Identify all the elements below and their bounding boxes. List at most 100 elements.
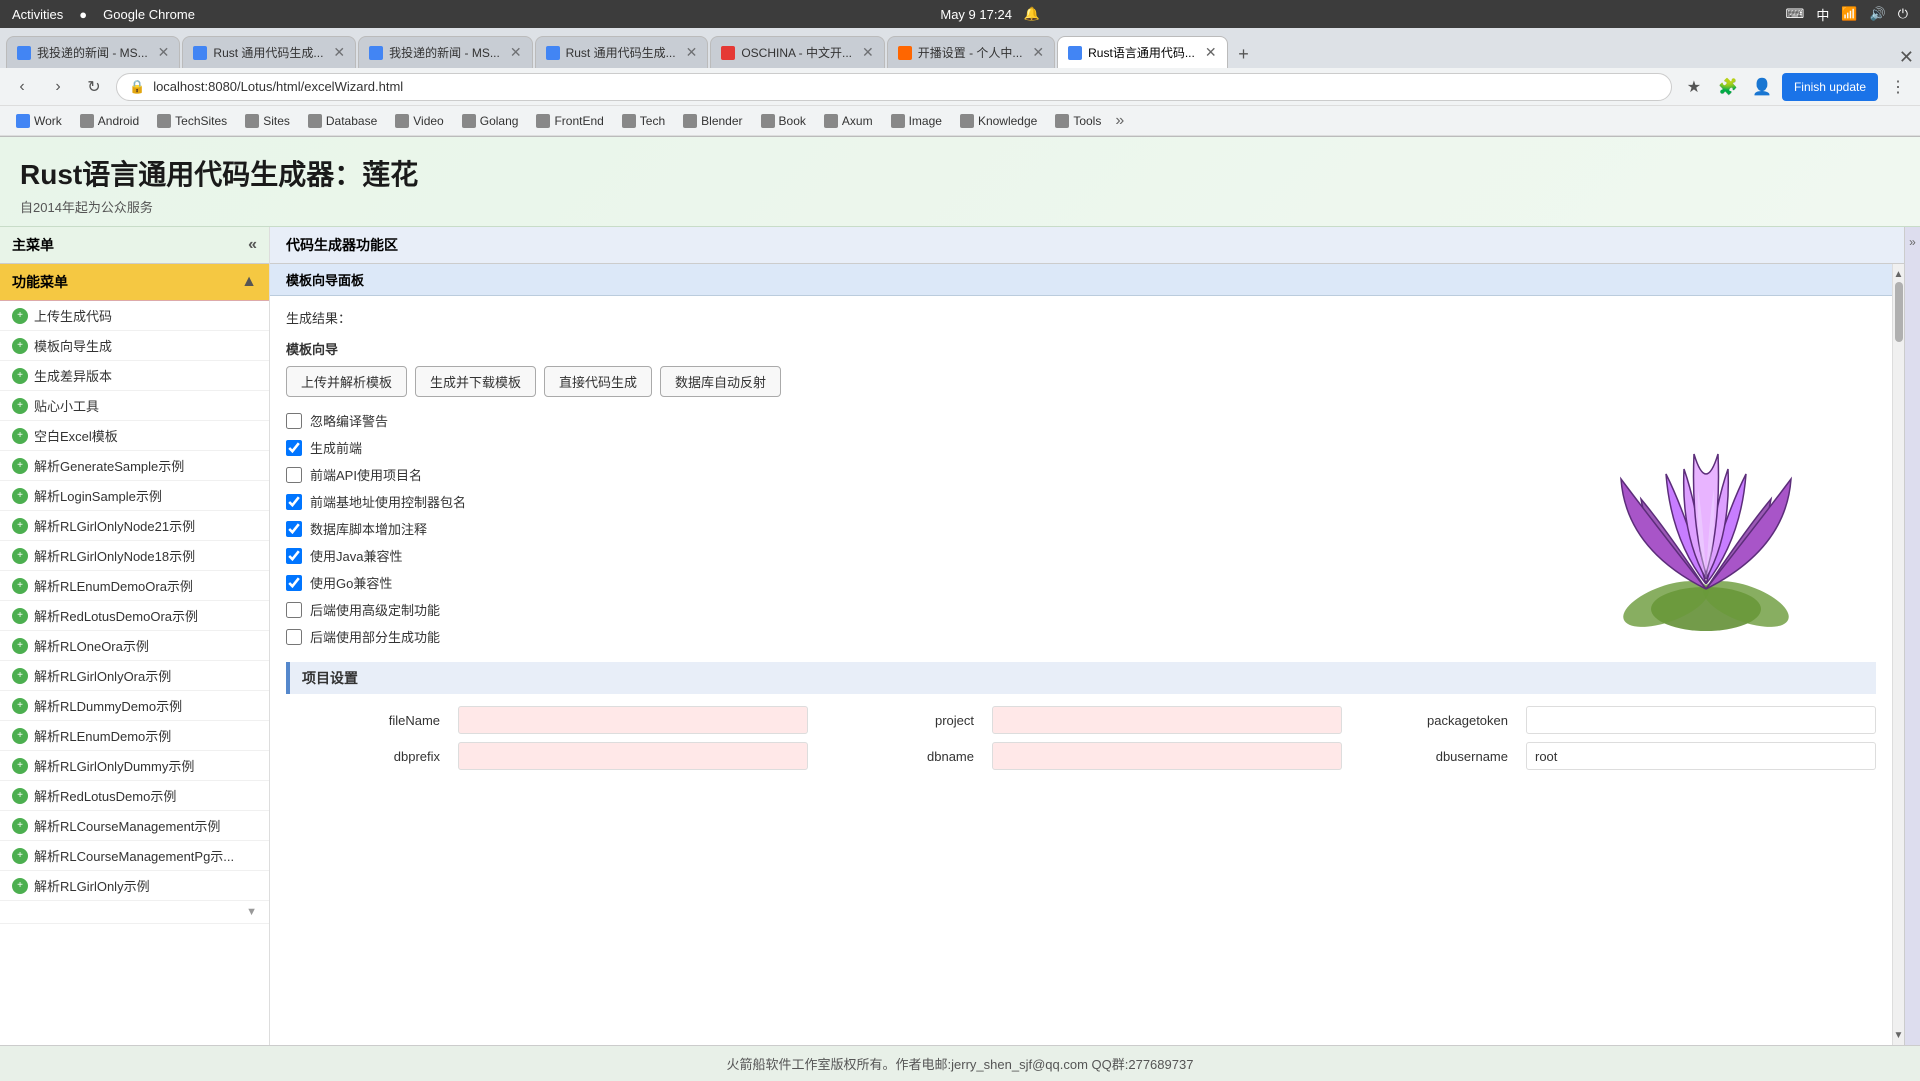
bookmark-sites[interactable]: Sites — [237, 112, 298, 130]
checkbox-frontend-base-controller-input[interactable] — [286, 494, 302, 510]
bookmark-image[interactable]: Image — [883, 112, 950, 130]
checkbox-frontend-base-controller[interactable]: 前端基地址使用控制器包名 — [286, 492, 1516, 511]
sidebar-func-collapse-button[interactable]: ▲ — [241, 273, 257, 291]
sidebar-item-enum-ora[interactable]: + 解析RLEnumDemoOra示例 — [0, 571, 269, 601]
bookmark-database[interactable]: Database — [300, 112, 385, 130]
sidebar-item-girl18[interactable]: + 解析RLGirlOnlyNode18示例 — [0, 541, 269, 571]
extension-button[interactable]: 🧩 — [1714, 73, 1742, 101]
checkbox-backend-partial[interactable]: 后端使用部分生成功能 — [286, 627, 1516, 646]
sidebar-item-login-sample[interactable]: + 解析LoginSample示例 — [0, 481, 269, 511]
bookmark-work[interactable]: Work — [8, 112, 70, 130]
generate-download-template-button[interactable]: 生成并下载模板 — [415, 366, 536, 397]
bookmark-frontend[interactable]: FrontEnd — [528, 112, 611, 130]
checkbox-go-compat[interactable]: 使用Go兼容性 — [286, 573, 1516, 592]
tab-list-button[interactable]: ✕ — [1899, 47, 1914, 68]
checkbox-java-compat-input[interactable] — [286, 548, 302, 564]
tab-close-6[interactable]: ✕ — [1032, 44, 1044, 61]
bookmark-axum[interactable]: Axum — [816, 112, 881, 130]
sidebar-item-girl-only[interactable]: + 解析RLGirlOnly示例 — [0, 871, 269, 901]
content-scrollbar[interactable]: ▲ ▼ — [1892, 264, 1904, 1045]
sidebar-item-course-pg[interactable]: + 解析RLCourseManagementPg示... — [0, 841, 269, 871]
checkbox-ignore-warnings[interactable]: 忽略编译警告 — [286, 411, 1516, 430]
tab-7[interactable]: Rust语言通用代码... ✕ — [1057, 36, 1227, 68]
tab-2[interactable]: Rust 通用代码生成... ✕ — [182, 36, 356, 68]
bookmark-book[interactable]: Book — [753, 112, 814, 130]
input-method-icon[interactable]: 中 — [1816, 5, 1829, 24]
sidebar-func-menu[interactable]: 功能菜单 ▲ — [0, 264, 269, 301]
direct-code-generate-button[interactable]: 直接代码生成 — [544, 366, 652, 397]
sidebar-item-diff[interactable]: + 生成差异版本 — [0, 361, 269, 391]
sidebar-item-upload[interactable]: + 上传生成代码 — [0, 301, 269, 331]
sidebar-item-redlotus-demo[interactable]: + 解析RedLotusDemo示例 — [0, 781, 269, 811]
checkbox-gen-frontend-input[interactable] — [286, 440, 302, 456]
sidebar-main-menu[interactable]: 主菜单 « — [0, 227, 269, 264]
tab-1[interactable]: 我投递的新闻 - MS... ✕ — [6, 36, 180, 68]
checkbox-backend-partial-input[interactable] — [286, 629, 302, 645]
profile-button[interactable]: 👤 — [1748, 73, 1776, 101]
sidebar-item-tools[interactable]: + 贴心小工具 — [0, 391, 269, 421]
sidebar-item-template[interactable]: + 模板向导生成 — [0, 331, 269, 361]
bookmark-golang[interactable]: Golang — [454, 112, 527, 130]
dbusername-input[interactable] — [1526, 742, 1876, 770]
tab-4[interactable]: Rust 通用代码生成... ✕ — [535, 36, 709, 68]
filename-input[interactable] — [458, 706, 808, 734]
finish-update-button[interactable]: Finish update — [1782, 73, 1878, 101]
address-bar[interactable]: 🔒 localhost:8080/Lotus/html/excelWizard.… — [116, 73, 1672, 101]
bookmark-knowledge[interactable]: Knowledge — [952, 112, 1045, 130]
activities-label[interactable]: Activities — [12, 7, 63, 22]
network-icon[interactable]: 📶 — [1841, 6, 1857, 22]
sidebar-item-generate-sample[interactable]: + 解析GenerateSample示例 — [0, 451, 269, 481]
sidebar-item-excel[interactable]: + 空白Excel模板 — [0, 421, 269, 451]
tab-close-5[interactable]: ✕ — [862, 44, 874, 61]
project-input[interactable] — [992, 706, 1342, 734]
db-auto-reflect-button[interactable]: 数据库自动反射 — [660, 366, 781, 397]
checkbox-db-script-comment[interactable]: 数据库脚本增加注释 — [286, 519, 1516, 538]
tab-5[interactable]: OSCHINA - 中文开... ✕ — [710, 36, 884, 68]
scrollbar-thumb[interactable] — [1895, 282, 1903, 342]
volume-icon[interactable]: 🔊 — [1870, 6, 1886, 22]
checkbox-java-compat[interactable]: 使用Java兼容性 — [286, 546, 1516, 565]
sidebar-item-girl-dummy[interactable]: + 解析RLGirlOnlyDummy示例 — [0, 751, 269, 781]
reload-button[interactable]: ↻ — [80, 73, 108, 101]
checkbox-frontend-api-project[interactable]: 前端API使用项目名 — [286, 465, 1516, 484]
tab-6[interactable]: 开播设置 - 个人中... ✕ — [887, 36, 1055, 68]
tab-close-7[interactable]: ✕ — [1205, 44, 1217, 61]
bookmark-tools[interactable]: Tools — [1047, 112, 1109, 130]
bookmark-android[interactable]: Android — [72, 112, 147, 130]
back-button[interactable]: ‹ — [8, 73, 36, 101]
menu-button[interactable]: ⋮ — [1884, 73, 1912, 101]
url-text[interactable]: localhost:8080/Lotus/html/excelWizard.ht… — [153, 79, 403, 94]
sidebar-collapse-button[interactable]: « — [248, 236, 257, 254]
bookmark-tech[interactable]: Tech — [614, 112, 673, 130]
forward-button[interactable]: › — [44, 73, 72, 101]
sidebar-item-girl-ora[interactable]: + 解析RLGirlOnlyOra示例 — [0, 661, 269, 691]
sidebar-item-dummy-demo[interactable]: + 解析RLDummyDemo示例 — [0, 691, 269, 721]
sidebar-item-course[interactable]: + 解析RLCourseManagement示例 — [0, 811, 269, 841]
accessibility-icon[interactable]: ⌨ — [1786, 6, 1805, 22]
checkbox-backend-advanced-input[interactable] — [286, 602, 302, 618]
checkbox-db-script-comment-input[interactable] — [286, 521, 302, 537]
scrollbar-down-button[interactable]: ▼ — [1893, 1027, 1905, 1043]
sidebar-item-redlotus-ora[interactable]: + 解析RedLotusDemoOra示例 — [0, 601, 269, 631]
checkbox-go-compat-input[interactable] — [286, 575, 302, 591]
packagetoken-input[interactable] — [1526, 706, 1876, 734]
tab-3[interactable]: 我投递的新闻 - MS... ✕ — [358, 36, 532, 68]
sidebar-item-girl21[interactable]: + 解析RLGirlOnlyNode21示例 — [0, 511, 269, 541]
checkbox-backend-advanced[interactable]: 后端使用高级定制功能 — [286, 600, 1516, 619]
dbname-input[interactable] — [992, 742, 1342, 770]
dbprefix-input[interactable] — [458, 742, 808, 770]
new-tab-button[interactable]: + — [1230, 40, 1258, 68]
tab-close-4[interactable]: ✕ — [686, 44, 698, 61]
bookmark-video[interactable]: Video — [387, 112, 451, 130]
power-icon[interactable]: ⏻ — [1898, 6, 1908, 22]
tab-close-1[interactable]: ✕ — [158, 44, 170, 61]
sidebar-item-one-ora[interactable]: + 解析RLOneOra示例 — [0, 631, 269, 661]
bookmark-techsites[interactable]: TechSites — [149, 112, 235, 130]
tab-close-3[interactable]: ✕ — [510, 44, 522, 61]
bookmark-button[interactable]: ★ — [1680, 73, 1708, 101]
upload-parse-template-button[interactable]: 上传并解析模板 — [286, 366, 407, 397]
sidebar-item-enum-demo[interactable]: + 解析RLEnumDemo示例 — [0, 721, 269, 751]
tab-close-2[interactable]: ✕ — [333, 44, 345, 61]
checkbox-gen-frontend[interactable]: 生成前端 — [286, 438, 1516, 457]
right-panel-toggle[interactable]: » — [1904, 227, 1920, 1045]
